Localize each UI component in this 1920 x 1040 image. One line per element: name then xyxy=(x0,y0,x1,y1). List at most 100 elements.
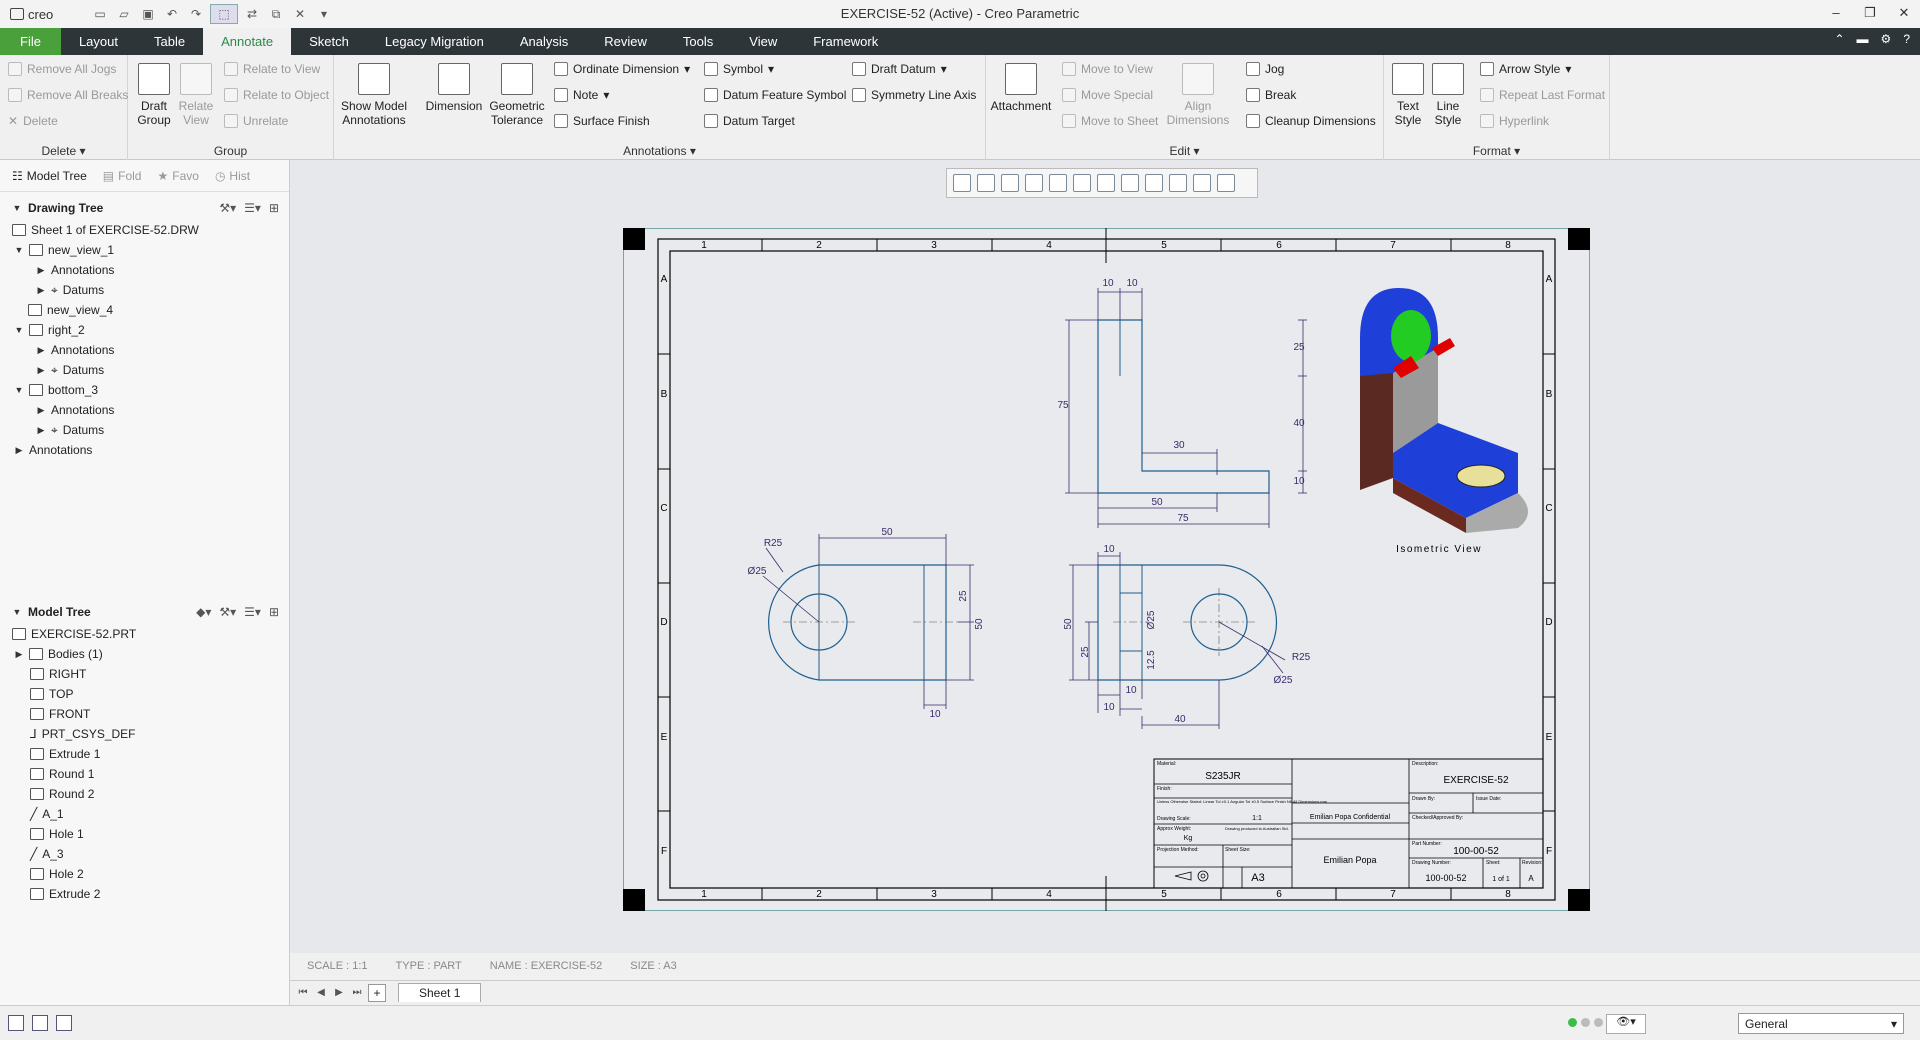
tree-filter-icon[interactable]: ⊞ xyxy=(269,201,279,215)
tree-node-plane[interactable]: TOP xyxy=(0,684,289,704)
symmetry-line-axis-button[interactable]: Symmetry Line Axis xyxy=(852,88,976,102)
undo-icon[interactable]: ↶ xyxy=(162,4,182,24)
tab-framework[interactable]: Framework xyxy=(795,28,896,55)
expand-icon[interactable]: ▶ xyxy=(36,365,46,376)
dimension-label[interactable]: 30 xyxy=(1173,440,1185,451)
refit-icon[interactable] xyxy=(953,174,971,192)
datum-feature-symbol-button[interactable]: Datum Feature Symbol xyxy=(704,88,846,102)
break-button[interactable]: Break xyxy=(1246,88,1296,102)
cleanup-dimensions-button[interactable]: Cleanup Dimensions xyxy=(1246,114,1376,128)
dimension-label[interactable]: 10 xyxy=(1102,278,1114,289)
relate-to-view-button[interactable]: Relate to View xyxy=(224,62,320,76)
tree-node-view[interactable]: ▼ right_2 xyxy=(0,320,289,340)
tab-review[interactable]: Review xyxy=(586,28,665,55)
redo-icon[interactable]: ↷ xyxy=(186,4,206,24)
open-file-icon[interactable]: ▱ xyxy=(114,4,134,24)
datum-target-button[interactable]: Datum Target xyxy=(704,114,795,128)
tab-analysis[interactable]: Analysis xyxy=(502,28,586,55)
collapse-icon[interactable]: ▼ xyxy=(14,325,24,335)
surface-finish-button[interactable]: Surface Finish xyxy=(554,114,650,128)
dimension-label[interactable]: 25 xyxy=(958,590,969,602)
remove-all-jogs-button[interactable]: Remove All Jogs xyxy=(8,62,116,76)
expand-icon[interactable]: ▶ xyxy=(36,265,46,276)
collapse-icon[interactable]: ▼ xyxy=(12,203,22,213)
dimension-label[interactable]: Ø25 xyxy=(1274,675,1293,686)
align-dimensions-button[interactable]: Align Dimensions xyxy=(1166,63,1230,127)
collapse-icon[interactable]: ▼ xyxy=(14,245,24,255)
find-icon[interactable]: 👁▾ xyxy=(1606,1014,1646,1034)
tree-node-annotations[interactable]: ▶ Annotations xyxy=(0,400,289,420)
dimension-button[interactable]: Dimension xyxy=(424,63,484,113)
dimension-label[interactable]: 12.5 xyxy=(1146,650,1157,670)
group-annotations-title[interactable]: Annotations ▾ xyxy=(334,144,985,158)
tree-node-feature[interactable]: Round 2 xyxy=(0,784,289,804)
full-screen-icon[interactable] xyxy=(56,1015,72,1031)
drawing-sheet[interactable]: 1 2 3 4 5 6 7 8 1 2 3 4 5 6 7 8 A B C D … xyxy=(623,228,1590,911)
tree-filter-icon[interactable]: ⊞ xyxy=(269,605,279,619)
expand-icon[interactable]: ▶ xyxy=(36,405,46,416)
line-style-button[interactable]: Line Style xyxy=(1426,63,1470,127)
symbol-button[interactable]: Symbol ▾ xyxy=(704,62,774,76)
selection-filter[interactable]: General ▾ xyxy=(1738,1013,1904,1034)
dimension-label[interactable]: 75 xyxy=(1177,513,1189,524)
expand-icon[interactable]: ▶ xyxy=(14,649,24,660)
hyperlink-button[interactable]: Hyperlink xyxy=(1480,114,1549,128)
tab-table[interactable]: Table xyxy=(136,28,203,55)
jog-button[interactable]: Jog xyxy=(1246,62,1284,76)
tree-node-feature[interactable]: Hole 2 xyxy=(0,864,289,884)
windows-icon[interactable]: ⧉ xyxy=(266,4,286,24)
dimension-label[interactable]: 10 xyxy=(1126,278,1138,289)
dimension-label[interactable]: Ø25 xyxy=(1146,610,1157,629)
dimension-label[interactable]: 75 xyxy=(1057,400,1069,411)
tab-view[interactable]: View xyxy=(731,28,795,55)
close-window-icon[interactable]: ✕ xyxy=(290,4,310,24)
zoom-in-icon[interactable] xyxy=(977,174,995,192)
ribbon-minimize-icon[interactable]: ▬ xyxy=(1857,32,1869,46)
help-icon[interactable]: ? xyxy=(1903,32,1910,46)
tab-annotate[interactable]: Annotate xyxy=(203,28,292,55)
select-box-icon[interactable]: ⬚ xyxy=(210,4,238,24)
browser-toggle-icon[interactable] xyxy=(32,1015,48,1031)
dimension-label[interactable]: 10 xyxy=(929,709,941,720)
tab-layout[interactable]: Layout xyxy=(61,28,136,55)
dimension-label[interactable]: R25 xyxy=(764,538,783,549)
move-to-view-button[interactable]: Move to View xyxy=(1062,62,1153,76)
tab-history[interactable]: ◷ Hist xyxy=(209,169,256,183)
tree-node-view[interactable]: ▼ new_view_1 xyxy=(0,240,289,260)
navigator-toggle-icon[interactable] xyxy=(8,1015,24,1031)
tree-node-annotations[interactable]: ▶ Annotations xyxy=(0,340,289,360)
dimension-label[interactable]: 50 xyxy=(1063,618,1074,630)
expand-icon[interactable]: ▶ xyxy=(36,345,46,356)
dimension-label[interactable]: 25 xyxy=(1293,342,1305,353)
tab-file[interactable]: File xyxy=(0,28,61,55)
customize-qat-icon[interactable]: ▾ xyxy=(314,4,334,24)
relate-to-object-button[interactable]: Relate to Object xyxy=(224,88,329,102)
tree-node-datums[interactable]: ▶ ⌖ Datums xyxy=(0,280,289,300)
delete-button[interactable]: ✕ Delete xyxy=(8,114,58,128)
move-special-button[interactable]: Move Special xyxy=(1062,88,1153,102)
zoom-out-icon[interactable] xyxy=(1001,174,1019,192)
display-style-icon[interactable] xyxy=(1073,174,1091,192)
settings-icon[interactable]: ⚙ xyxy=(1881,32,1892,46)
tree-node-feature[interactable]: Extrude 1 xyxy=(0,744,289,764)
saved-orientations-icon[interactable] xyxy=(1049,174,1067,192)
attachment-button[interactable]: Attachment xyxy=(988,63,1054,113)
dimension-label[interactable]: 40 xyxy=(1293,418,1305,429)
tree-node-view[interactable]: ▼ bottom_3 xyxy=(0,380,289,400)
draft-group-button[interactable]: Draft Group xyxy=(134,63,174,127)
geometric-tolerance-button[interactable]: Geometric Tolerance xyxy=(486,63,548,127)
new-file-icon[interactable]: ▭ xyxy=(90,4,110,24)
text-style-button[interactable]: Text Style xyxy=(1386,63,1430,127)
tree-node-feature[interactable]: Hole 1 xyxy=(0,824,289,844)
group-delete-title[interactable]: Delete ▾ xyxy=(0,144,127,158)
move-to-sheet-button[interactable]: Move to Sheet xyxy=(1062,114,1158,128)
arrow-style-button[interactable]: Arrow Style ▾ xyxy=(1480,62,1571,76)
dimension-label[interactable]: 10 xyxy=(1293,476,1305,487)
tab-tools[interactable]: Tools xyxy=(665,28,731,55)
relate-view-button[interactable]: Relate View xyxy=(176,63,216,127)
csys-display-icon[interactable] xyxy=(1217,174,1235,192)
sheet-tab[interactable]: Sheet 1 xyxy=(398,983,482,1002)
next-sheet-icon[interactable]: ▶ xyxy=(332,987,346,998)
dimension-label[interactable]: Ø25 xyxy=(748,566,767,577)
restore-icon[interactable]: ❐ xyxy=(1860,3,1880,23)
